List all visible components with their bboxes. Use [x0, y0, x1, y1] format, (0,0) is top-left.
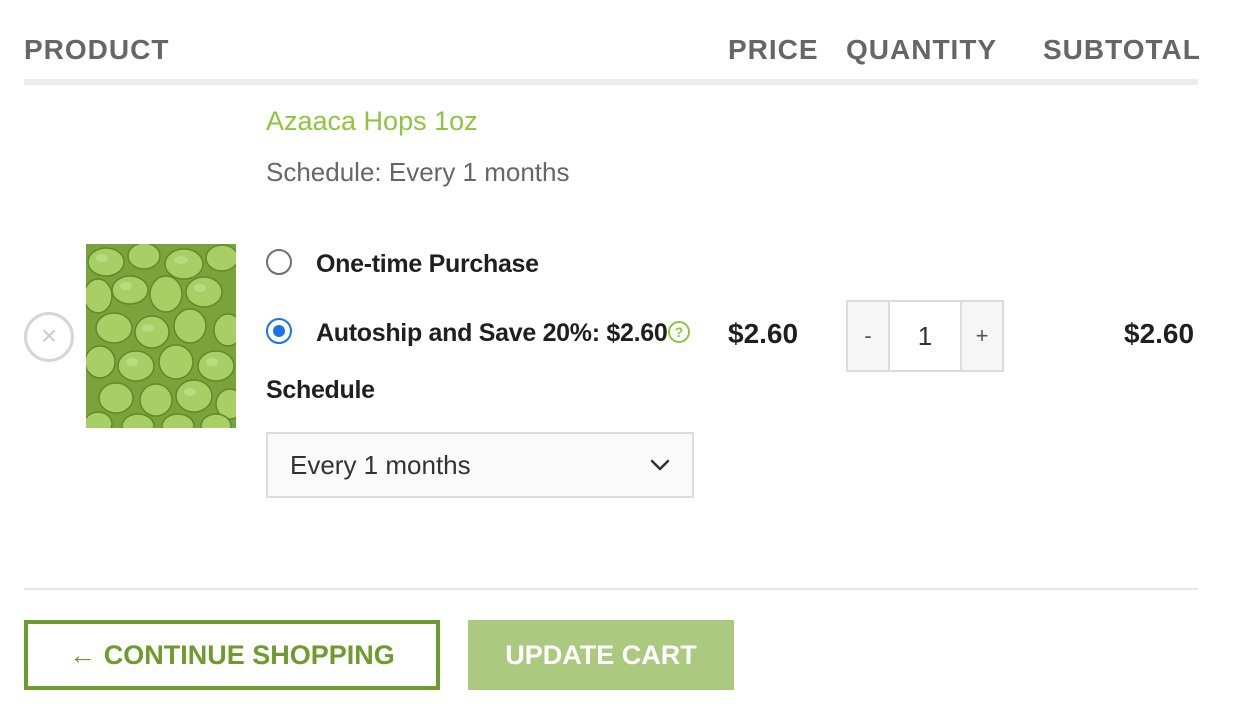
schedule-select-value: Every 1 months [290, 449, 471, 480]
item-price: $2.60 [728, 318, 799, 349]
item-subtotal: $2.60 [1124, 318, 1195, 349]
quantity-input[interactable]: 1 [888, 302, 962, 370]
one-time-purchase-radio[interactable] [266, 249, 292, 275]
cart-footer-divider [24, 588, 1198, 590]
continue-shopping-button[interactable]: ← CONTINUE SHOPPING [24, 620, 440, 690]
autoship-radio[interactable] [266, 318, 292, 344]
product-schedule-summary: Schedule: Every 1 months [266, 157, 570, 187]
one-time-purchase-label[interactable]: One-time Purchase [316, 250, 539, 279]
header-divider [24, 79, 1198, 85]
help-icon[interactable]: ? [668, 321, 690, 343]
quantity-increase-button[interactable]: + [962, 302, 1002, 370]
update-cart-button[interactable]: UPDATE CART [468, 620, 734, 690]
column-header-subtotal: SUBTOTAL [1043, 34, 1201, 65]
product-thumbnail[interactable] [86, 244, 236, 428]
chevron-down-icon [650, 459, 670, 471]
remove-item-button[interactable]: × [24, 312, 74, 362]
autoship-label[interactable]: Autoship and Save 20%: $2.60 [316, 319, 668, 348]
schedule-select[interactable]: Every 1 months [266, 432, 694, 498]
quantity-stepper: - 1 + [846, 300, 1004, 372]
schedule-label: Schedule [266, 376, 375, 404]
hops-image [86, 244, 236, 428]
close-circle-icon: × [40, 320, 58, 351]
column-header-quantity: QUANTITY [846, 34, 998, 65]
column-header-price: PRICE [728, 34, 819, 65]
product-name-link[interactable]: Azaaca Hops 1oz [266, 106, 478, 137]
quantity-decrease-button[interactable]: - [848, 302, 888, 370]
column-header-product: PRODUCT [24, 34, 170, 65]
